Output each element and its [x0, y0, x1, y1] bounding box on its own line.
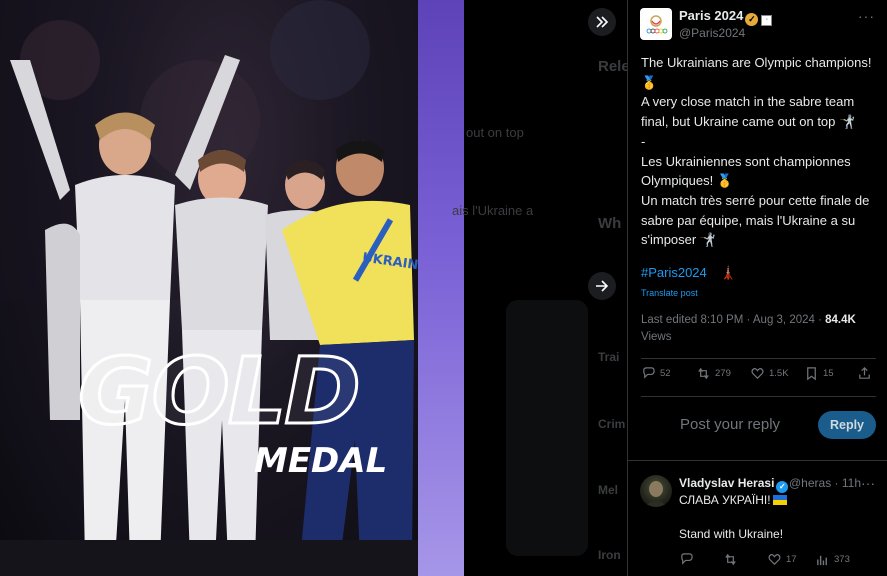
heart-icon — [768, 553, 781, 566]
reply-more-options-icon[interactable]: ··· — [861, 475, 875, 491]
reply-icon — [643, 367, 655, 379]
ukraine-flag-icon — [772, 495, 787, 505]
reply-text-line2: Stand with Ukraine! — [679, 527, 784, 541]
reply-text-line1: СЛАВА УКРАЇНІ! — [679, 493, 787, 507]
more-options-icon[interactable]: ··· — [858, 8, 875, 24]
post-line: Un match très serré pour cette finale de… — [641, 192, 873, 248]
translate-post-link[interactable]: Translate post — [641, 288, 698, 298]
repost-icon — [725, 553, 736, 566]
post-photo: UKRAINE GOLD MEDAL — [0, 0, 428, 576]
author-name[interactable]: Paris 2024 — [679, 8, 743, 23]
analytics-icon — [817, 555, 827, 566]
reply-views-count: 373 — [834, 554, 850, 565]
post-line: A very close match in the sabre team fin… — [641, 94, 858, 130]
like-action[interactable]: 1.5K — [750, 366, 789, 381]
post-line: The Ukrainians are Olympic champions!🥇 — [641, 55, 872, 90]
reply-text: СЛАВА УКРАЇНІ! — [679, 493, 771, 507]
bookmark-icon — [807, 367, 816, 381]
reply-actions: 17 373 — [679, 552, 879, 568]
reply-like-count: 17 — [786, 554, 797, 565]
bg-fragment: ais l'Ukraine a — [452, 203, 534, 218]
reply-composer-input[interactable]: Post your reply — [680, 416, 780, 433]
reply-author-handle[interactable]: @heras · 11h — [789, 476, 861, 490]
paris2024-logo-icon — [646, 15, 668, 34]
gold-verified-icon: ✓ — [745, 13, 759, 26]
post-line: Les Ukrainiennes sont championnes Olympi… — [641, 153, 855, 189]
repost-count: 279 — [715, 368, 731, 379]
bg-fragment: out on top — [466, 125, 524, 140]
hashtag-link[interactable]: #Paris2024 — [641, 265, 707, 280]
reply-button[interactable]: Reply — [818, 411, 876, 439]
edited-timestamp[interactable]: Last edited 8:10 PM · Aug 3, 2024 · — [641, 314, 825, 326]
like-count: 1.5K — [769, 368, 789, 379]
arrow-right-icon — [596, 280, 609, 292]
heart-icon — [751, 367, 764, 380]
post-detail-panel: Paris 2024 ✓ ◦ @Paris2024 ··· The Ukrainia… — [627, 0, 887, 576]
bg-card — [506, 300, 588, 556]
divider — [628, 460, 887, 461]
reply-author-avatar[interactable] — [640, 475, 672, 507]
post-actions: 52 279 1.5K 15 — [641, 366, 876, 388]
double-chevron-right-icon — [596, 16, 609, 28]
medal-headline: MEDAL — [254, 441, 388, 481]
reply-repost-action[interactable] — [723, 552, 738, 567]
media-viewer: UKRAINE GOLD MEDAL — [0, 0, 464, 576]
reply-author-name-row[interactable]: Vladyslav Herasi ✓ — [679, 476, 789, 493]
gold-headline: GOLD — [77, 338, 363, 445]
bookmark-count: 15 — [823, 368, 834, 379]
post-body: The Ukrainians are Olympic champions!🥇 A… — [641, 53, 877, 250]
collapse-panel-button[interactable] — [588, 8, 616, 36]
reply-action[interactable]: 52 — [641, 366, 671, 381]
author-name-row[interactable]: Paris 2024 ✓ ◦ — [679, 8, 773, 26]
divider — [641, 396, 876, 397]
reply-views-action[interactable]: 373 — [815, 552, 850, 567]
author-avatar[interactable] — [640, 8, 672, 40]
views-label: Views — [641, 331, 672, 343]
views-count: 84.4K — [825, 314, 856, 326]
fencers-illustration — [0, 0, 418, 576]
affiliation-badge-icon[interactable]: ◦ — [761, 15, 773, 26]
divider — [641, 358, 876, 359]
repost-icon — [698, 367, 709, 380]
post-line: - — [641, 133, 646, 149]
share-icon — [859, 367, 870, 379]
blue-verified-icon: ✓ — [776, 481, 789, 493]
bg-fragment: Mel — [598, 483, 619, 497]
bg-fragment: Iron — [598, 548, 621, 562]
reply-reply-action[interactable] — [679, 552, 694, 567]
bg-fragment: Crim — [598, 417, 626, 431]
repost-action[interactable]: 279 — [696, 366, 731, 381]
share-action[interactable] — [857, 366, 872, 381]
media-side-strip — [418, 0, 464, 576]
reply-count: 52 — [660, 368, 671, 379]
next-media-button[interactable] — [588, 272, 616, 300]
reply-like-action[interactable]: 17 — [767, 552, 797, 567]
person-photo — [644, 481, 668, 507]
reply-author-name[interactable]: Vladyslav Herasi — [679, 476, 774, 490]
reply-icon — [681, 553, 693, 565]
eiffel-tower-emoji: 🗼 — [720, 265, 737, 280]
post-meta: Last edited 8:10 PM · Aug 3, 2024 · 84.4… — [641, 314, 856, 326]
author-handle[interactable]: @Paris2024 — [679, 26, 745, 40]
bg-fragment: Trai — [598, 350, 620, 364]
bookmark-action[interactable]: 15 — [804, 366, 834, 381]
bg-fragment: Wh — [598, 215, 622, 232]
